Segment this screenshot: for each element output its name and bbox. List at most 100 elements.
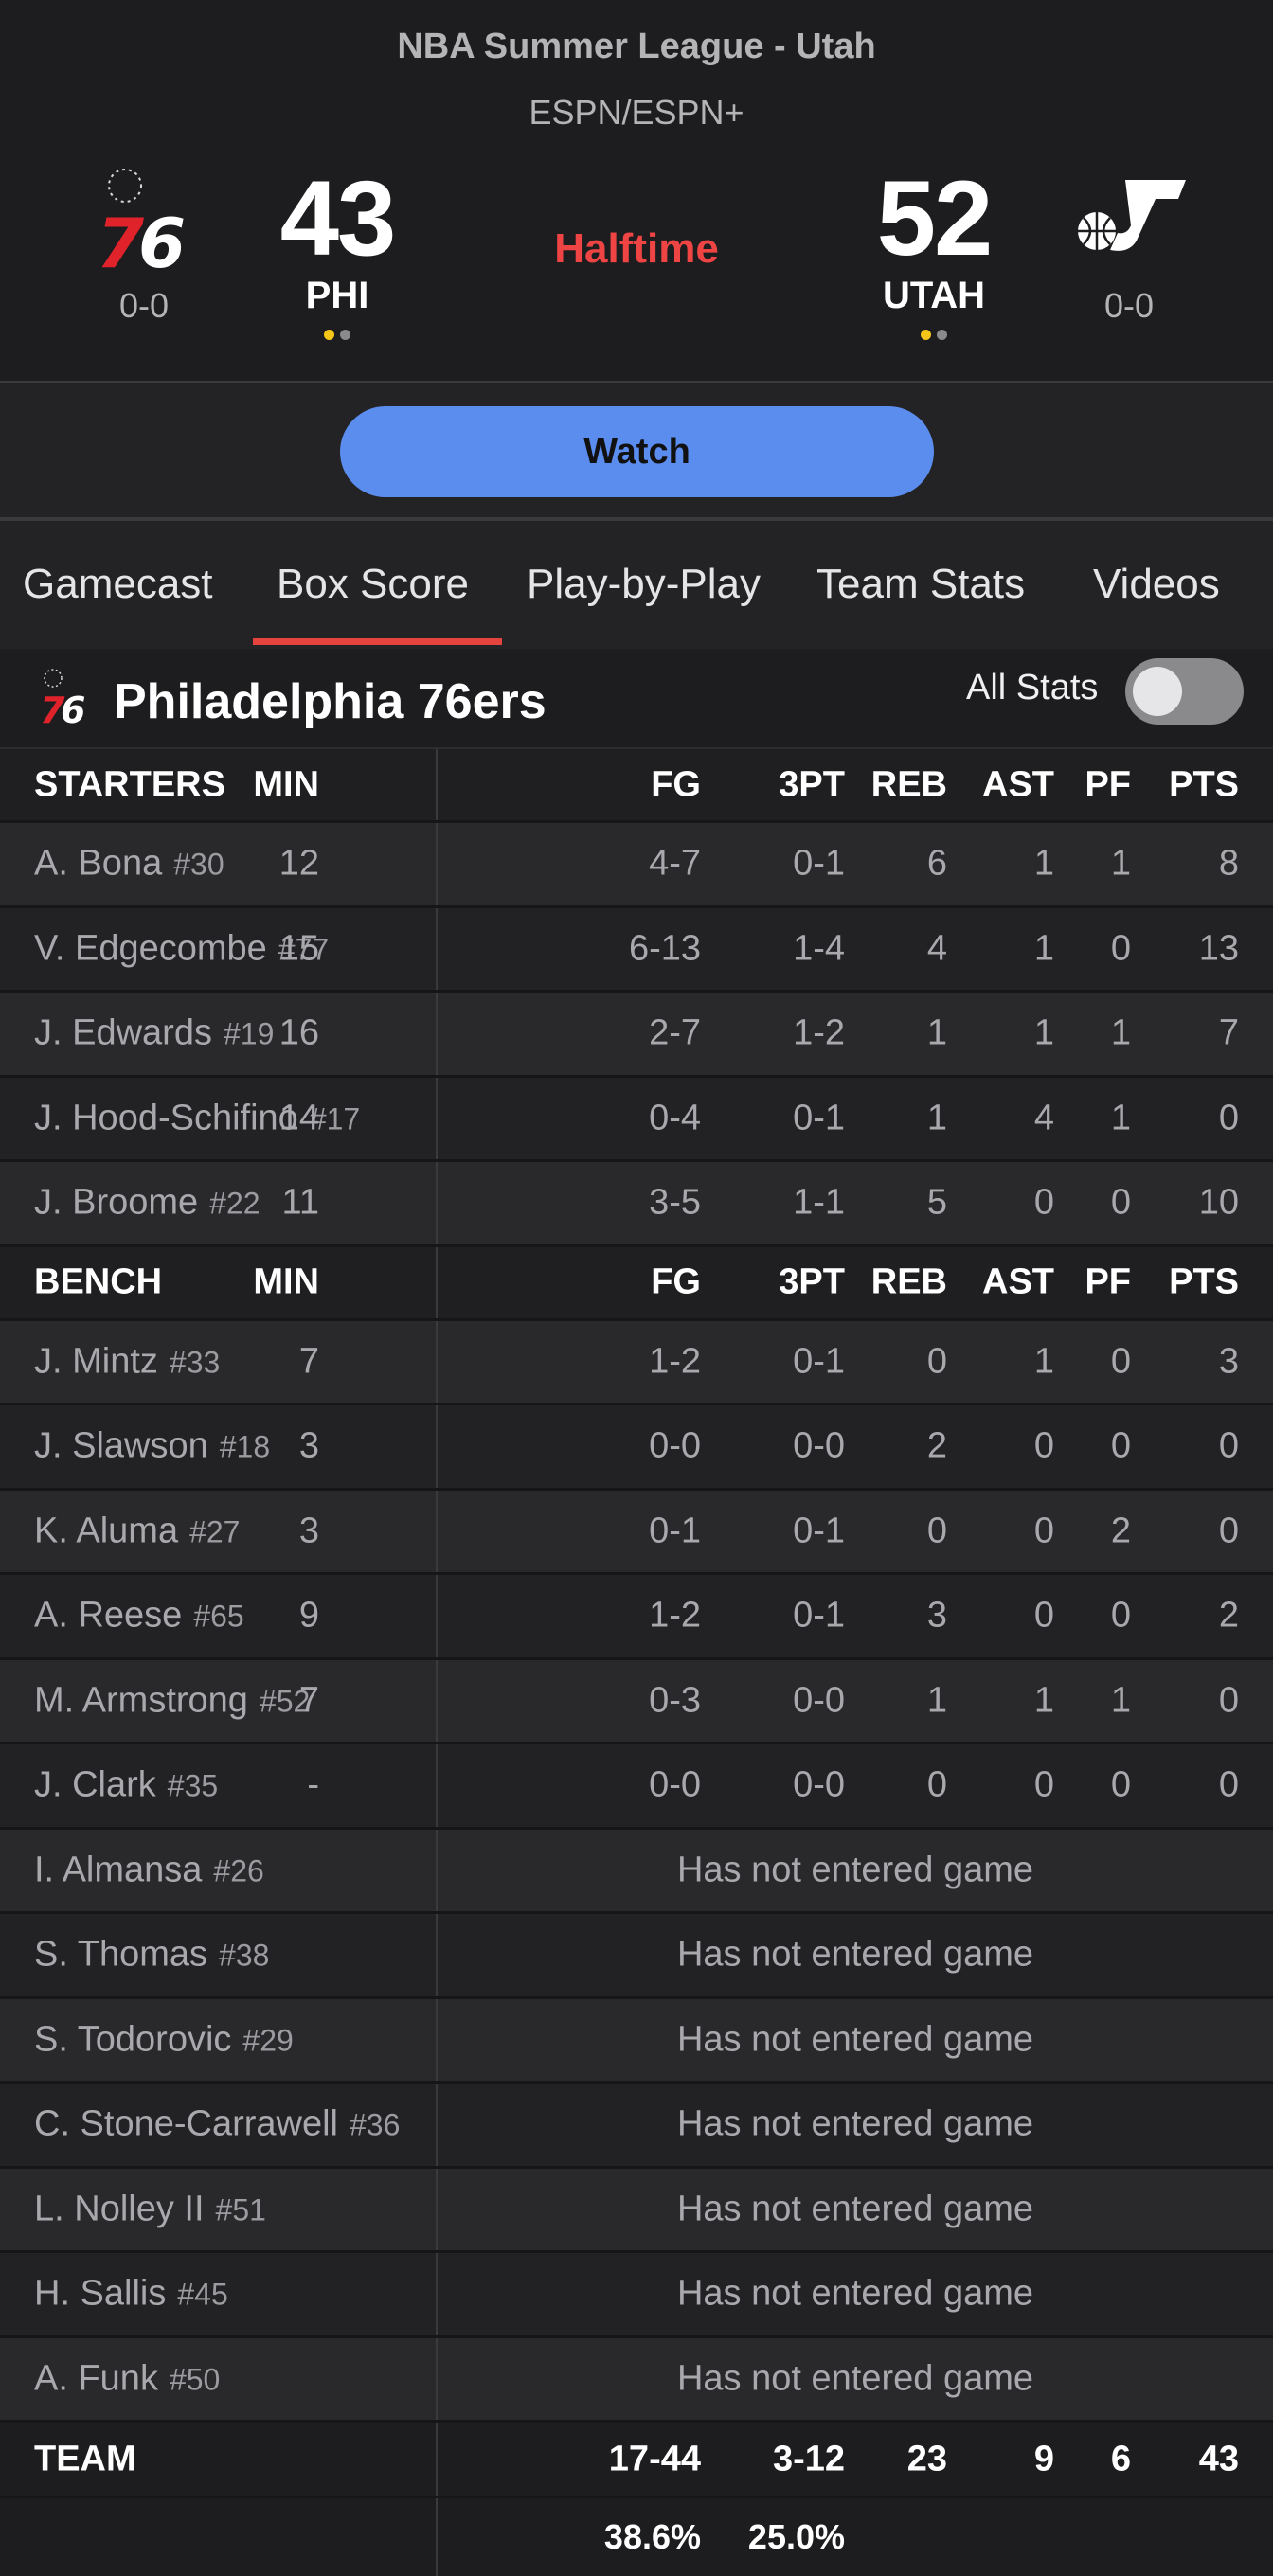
player-row[interactable]: M. Armstrong #52 7 0-3 0-0 1 1 1 0 <box>0 1659 1273 1744</box>
stat-pts: 2 <box>1218 1595 1239 1636</box>
player-row[interactable]: A. Bona #30 12 4-7 0-1 6 1 1 8 <box>0 823 1273 908</box>
player-name[interactable]: S. Thomas #38 <box>34 1935 269 1976</box>
column-header-fg[interactable]: FG <box>651 1262 701 1303</box>
jersey-number: #35 <box>167 1768 219 1803</box>
name-column-cell: V. Edgecombe #77 <box>0 907 438 990</box>
all-stats-label: All Stats <box>966 668 1099 707</box>
player-name[interactable]: C. Stone-Carrawell #36 <box>34 2104 400 2145</box>
player-name[interactable]: K. Aluma #27 <box>34 1511 240 1551</box>
player-row[interactable]: S. Thomas #38 Has not entered game <box>0 1914 1273 1999</box>
stat-pts: 13 <box>1198 928 1239 969</box>
tab-team-stats[interactable]: Team Stats <box>816 561 1025 608</box>
name-column-cell: S. Thomas #38 <box>0 1914 438 1996</box>
column-header-reb[interactable]: REB <box>871 764 947 805</box>
stat-pts: 0 <box>1218 1680 1239 1721</box>
name-column-cell <box>0 2498 438 2576</box>
column-header-ast[interactable]: AST <box>982 764 1054 805</box>
player-row[interactable]: C. Stone-Carrawell #36 Has not entered gam… <box>0 2084 1273 2169</box>
column-header-ast[interactable]: AST <box>982 1262 1054 1303</box>
stat-ast: 0 <box>1033 1595 1054 1636</box>
stat-pf: 1 <box>1110 1098 1131 1138</box>
player-name[interactable]: H. Sallis #45 <box>34 2274 228 2315</box>
stat-reb: 1 <box>926 1680 947 1721</box>
did-not-play-note: Has not entered game <box>676 1934 1033 1975</box>
name-column-cell: STARTERS <box>0 749 438 820</box>
player-row[interactable]: J. Mintz #33 7 1-2 0-1 0 1 0 3 <box>0 1320 1273 1405</box>
player-name[interactable]: S. Todorovic #29 <box>34 2019 294 2060</box>
player-row[interactable]: A. Funk #50 Has not entered game <box>0 2337 1273 2423</box>
name-column-cell: TEAM <box>0 2423 438 2496</box>
player-row[interactable]: K. Aluma #27 3 0-1 0-1 0 0 2 0 <box>0 1490 1273 1575</box>
stat-pts: 0 <box>1218 1425 1239 1466</box>
stat-pf: 1 <box>1110 1012 1131 1053</box>
name-column-cell: J. Edwards #19 <box>0 993 438 1075</box>
column-header-fg[interactable]: FG <box>651 764 701 805</box>
bench-header-row: BENCH MIN FG 3PT REB AST PF PTS <box>0 1246 1273 1321</box>
team-total-3pt: 3-12 <box>772 2439 845 2478</box>
player-row[interactable]: H. Sallis #45 Has not entered game <box>0 2253 1273 2338</box>
player-name[interactable]: I. Almansa #26 <box>34 1850 264 1890</box>
team-total-pf: 6 <box>1110 2439 1131 2478</box>
stat-fg: 0-0 <box>649 1764 701 1805</box>
player-row[interactable]: J. Broome #22 11 3-5 1-1 5 0 0 10 <box>0 1162 1273 1247</box>
player-row[interactable]: S. Todorovic #29 Has not entered game <box>0 1998 1273 2084</box>
jazz-logo[interactable] <box>1076 178 1186 256</box>
stat-min: 11 <box>281 1182 319 1223</box>
starters-section-title: STARTERS <box>34 764 225 804</box>
player-row[interactable]: I. Almansa #26 Has not entered game <box>0 1829 1273 1914</box>
watch-button[interactable]: Watch <box>340 406 934 497</box>
player-row[interactable]: V. Edgecombe #77 15 6-13 1-4 4 1 0 13 <box>0 907 1273 993</box>
stat-min: 15 <box>278 928 319 969</box>
all-stats-toggle[interactable] <box>1125 658 1244 724</box>
column-header-min[interactable]: MIN <box>253 764 319 805</box>
column-header-min[interactable]: MIN <box>253 1262 319 1303</box>
tab-gamecast[interactable]: Gamecast <box>23 561 213 608</box>
column-header-pts[interactable]: PTS <box>1169 764 1239 805</box>
player-name[interactable]: A. Bona #30 <box>34 844 224 885</box>
stat-fg: 0-4 <box>649 1098 701 1138</box>
stat-ast: 1 <box>1033 1680 1054 1721</box>
player-name[interactable]: J. Mintz #33 <box>34 1341 220 1382</box>
player-name[interactable]: A. Reese #65 <box>34 1596 244 1637</box>
league-name: NBA Summer League - Utah <box>397 27 876 66</box>
player-row[interactable]: J. Clark #35 - 0-0 0-0 0 0 0 0 <box>0 1744 1273 1830</box>
column-header-reb[interactable]: REB <box>871 1262 947 1303</box>
tab-play-by-play[interactable]: Play-by-Play <box>527 561 761 608</box>
player-name[interactable]: L. Nolley II #51 <box>34 2189 266 2229</box>
column-header-3pt[interactable]: 3PT <box>779 764 845 805</box>
player-name[interactable]: J. Clark #35 <box>34 1765 218 1806</box>
team-totals-label: TEAM <box>34 2439 136 2478</box>
stat-pf: 1 <box>1110 843 1131 884</box>
jersey-number: #51 <box>215 2192 266 2227</box>
player-name[interactable]: A. Funk #50 <box>34 2358 220 2399</box>
player-name[interactable]: M. Armstrong #52 <box>34 1680 310 1721</box>
player-row[interactable]: J. Slawson #18 3 0-0 0-0 2 0 0 0 <box>0 1405 1273 1491</box>
jersey-number: #26 <box>213 1853 264 1888</box>
home-score: 52 <box>876 159 994 277</box>
stat-reb: 0 <box>926 1511 947 1551</box>
jersey-number: #65 <box>193 1599 244 1634</box>
column-header-pts[interactable]: PTS <box>1169 1262 1239 1303</box>
stat-pf: 0 <box>1110 1764 1131 1805</box>
stat-pf: 0 <box>1110 1341 1131 1382</box>
player-row[interactable]: J. Edwards #19 16 2-7 1-2 1 1 1 7 <box>0 993 1273 1078</box>
column-header-pf[interactable]: PF <box>1085 764 1131 805</box>
player-row[interactable]: L. Nolley II #51 Has not entered game <box>0 2168 1273 2253</box>
team-name: Philadelphia 76ers <box>114 674 547 729</box>
stat-min: 16 <box>278 1012 319 1053</box>
box-score-table: STARTERS MIN FG 3PT REB AST PF PTS A. Bona #30 12 4… <box>0 749 1273 2576</box>
column-header-3pt[interactable]: 3PT <box>779 1262 845 1303</box>
tab-videos[interactable]: Videos <box>1093 561 1220 608</box>
team-pct-3pt: 25.0% <box>747 2517 845 2556</box>
tab-box-score[interactable]: Box Score <box>277 561 469 608</box>
player-name[interactable]: J. Slawson #18 <box>34 1426 270 1467</box>
player-row[interactable]: J. Hood-Schifino #17 14 0-4 0-1 1 4 1 0 <box>0 1077 1273 1162</box>
player-name[interactable]: J. Broome #22 <box>34 1183 260 1224</box>
player-name[interactable]: J. Edwards #19 <box>34 1013 274 1054</box>
name-column-cell: H. Sallis #45 <box>0 2253 438 2335</box>
player-row[interactable]: A. Reese #65 9 1-2 0-1 3 0 0 2 <box>0 1575 1273 1660</box>
stat-pts: 3 <box>1218 1341 1239 1382</box>
did-not-play-note: Has not entered game <box>676 2189 1033 2229</box>
stat-min: 12 <box>278 843 319 884</box>
column-header-pf[interactable]: PF <box>1085 1262 1131 1303</box>
